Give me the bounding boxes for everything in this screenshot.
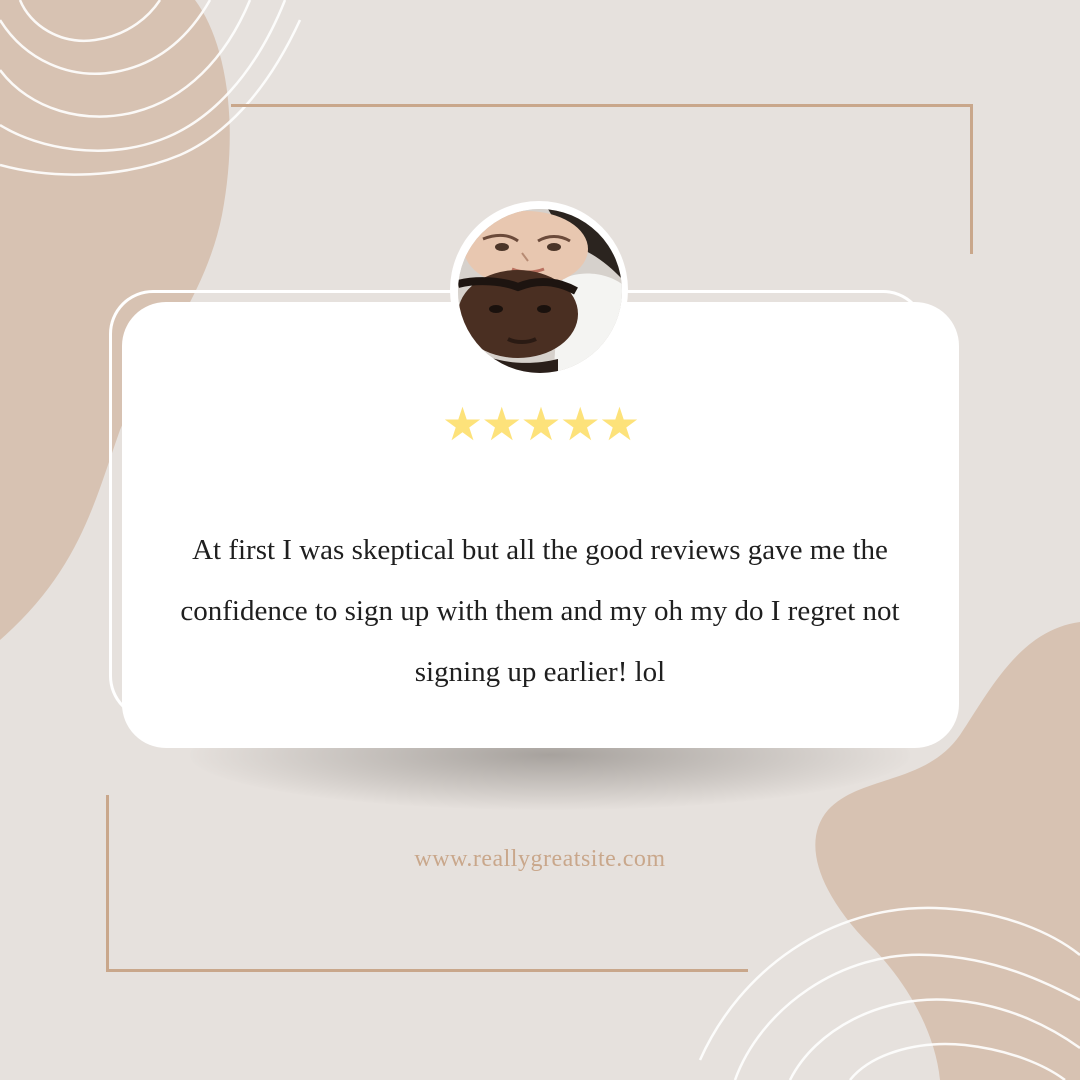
frame-line-bottom bbox=[106, 969, 748, 972]
frame-line-top bbox=[231, 104, 973, 107]
reviewer-photo-icon bbox=[458, 209, 622, 373]
website-link[interactable]: www.reallygreatsite.com bbox=[0, 846, 1080, 873]
frame-line-right bbox=[970, 104, 973, 254]
star-rating: ★★★★★ bbox=[441, 397, 640, 451]
review-text: At first I was skeptical but all the goo… bbox=[180, 534, 900, 688]
frame-line-left bbox=[106, 795, 109, 972]
avatar bbox=[458, 209, 622, 373]
